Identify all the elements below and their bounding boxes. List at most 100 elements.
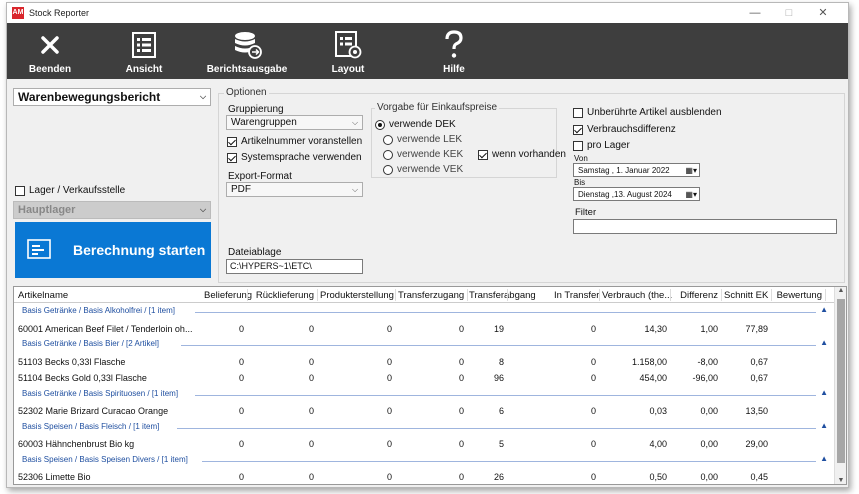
- layout-button[interactable]: Layout: [323, 23, 373, 79]
- unberuehrte-checkbox[interactable]: Unberührte Artikel ausblenden: [573, 107, 722, 118]
- maximize-button[interactable]: □: [772, 5, 806, 21]
- column-header-2[interactable]: Rücklieferung: [254, 290, 314, 301]
- group-divider: [202, 460, 816, 462]
- calendar-dropdown-icon[interactable]: ▦▾: [685, 190, 697, 199]
- column-separator[interactable]: [825, 289, 826, 301]
- table-row[interactable]: 52302 Marie Brizard Curacao Orange 0 0 0 0 6 0…: [14, 403, 834, 419]
- artikelnummer-checkbox-box[interactable]: [227, 136, 237, 147]
- cell-0: 52302 Marie Brizard Curacao Orange: [18, 406, 169, 416]
- radio-vek-dot[interactable]: [383, 164, 393, 175]
- unberuehrte-box[interactable]: [573, 107, 583, 118]
- verbrauchsdifferenz-box[interactable]: [573, 124, 583, 135]
- chevron-down-icon: ⌵: [199, 92, 207, 101]
- bis-date-picker[interactable]: Dienstag ,13. August 2024 ▦▾: [573, 187, 700, 201]
- radio-lek-dot[interactable]: [383, 134, 393, 145]
- column-separator[interactable]: [721, 289, 722, 301]
- ansicht-button[interactable]: Ansicht: [119, 23, 169, 79]
- column-separator[interactable]: [467, 289, 468, 301]
- group-row[interactable]: Basis Getränke / Basis Alkoholfrei / [1 …: [14, 304, 834, 320]
- systemsprache-checkbox[interactable]: Systemsprache verwenden: [227, 152, 362, 163]
- cell-9: 0,45: [750, 472, 768, 482]
- verbrauchsdifferenz-label: Verbrauchsdifferenz: [587, 124, 676, 135]
- cell-1: 0: [238, 373, 244, 383]
- column-header-7[interactable]: Verbrauch (the...: [602, 290, 672, 301]
- lager-checkbox[interactable]: Lager / Verkaufsstelle: [15, 185, 125, 196]
- von-date-picker[interactable]: Samstag , 1. Januar 2022 ▦▾: [573, 163, 700, 177]
- dateiablage-input[interactable]: C:\HYPERS~1\ETC\: [226, 259, 363, 274]
- beenden-button[interactable]: Beenden: [25, 23, 75, 79]
- column-separator[interactable]: [247, 289, 248, 301]
- column-separator[interactable]: [395, 289, 396, 301]
- pro-lager-checkbox[interactable]: pro Lager: [573, 140, 630, 151]
- column-header-9[interactable]: Schnitt EK: [724, 290, 768, 301]
- berichtsausgabe-button[interactable]: Berichtsausgabe: [205, 23, 289, 79]
- cell-4: 0: [458, 472, 464, 482]
- group-row[interactable]: Basis Getränke / Basis Bier / [2 Artikel…: [14, 337, 834, 353]
- group-row[interactable]: Basis Getränke / Basis Spirituosen / [1 …: [14, 387, 834, 403]
- column-header-10[interactable]: Bewertung: [774, 290, 822, 301]
- cell-2: 0: [308, 323, 314, 334]
- column-separator[interactable]: [771, 289, 772, 301]
- column-separator[interactable]: [507, 289, 508, 301]
- column-header-0[interactable]: Artikelname: [18, 290, 68, 301]
- lager-checkbox-box[interactable]: [15, 185, 25, 196]
- layout-icon: [334, 29, 362, 61]
- collapse-group-icon[interactable]: ▲: [820, 454, 828, 463]
- radio-kek-dot[interactable]: [383, 149, 393, 160]
- vertical-scrollbar[interactable]: ▲ ▼: [834, 287, 846, 484]
- collapse-group-icon[interactable]: ▲: [820, 388, 828, 397]
- column-header-5[interactable]: Transferabgang: [469, 290, 536, 301]
- scrollbar-thumb[interactable]: [837, 299, 845, 463]
- calendar-dropdown-icon[interactable]: ▦▾: [685, 166, 697, 175]
- hilfe-button[interactable]: Hilfe: [429, 23, 479, 79]
- minimize-button[interactable]: —: [738, 5, 772, 21]
- column-header-4[interactable]: Transferzugang: [398, 290, 464, 301]
- list-view-icon: [131, 29, 157, 61]
- table-row[interactable]: 51103 Becks 0,33l Flasche 0 0 0 0 8 0 1.158,00 -…: [14, 354, 834, 370]
- cell-6: 0: [590, 472, 596, 482]
- cell-6: 0: [590, 439, 596, 449]
- cell-1: 0: [238, 356, 244, 367]
- berechnung-starten-button[interactable]: Berechnung starten: [15, 222, 211, 278]
- collapse-group-icon[interactable]: ▲: [820, 338, 828, 347]
- results-table[interactable]: Artikelname Belieferung Rücklieferung Produ…: [13, 286, 847, 485]
- scroll-up-icon[interactable]: ▲: [835, 287, 846, 294]
- help-icon: [444, 29, 464, 61]
- radio-vek[interactable]: verwende VEK: [383, 164, 463, 175]
- table-row[interactable]: 52306 Limette Bio 0 0 0 0 26 0 0,50 0,00 0,45: [14, 469, 834, 484]
- column-separator[interactable]: [670, 289, 671, 301]
- radio-kek[interactable]: verwende KEK: [383, 149, 463, 160]
- report-type-select[interactable]: Warenbewegungsbericht ⌵: [13, 88, 211, 106]
- close-window-button[interactable]: ✕: [806, 5, 840, 21]
- column-separator[interactable]: [599, 289, 600, 301]
- column-header-1[interactable]: Belieferung: [204, 290, 252, 301]
- column-separator[interactable]: [317, 289, 318, 301]
- scroll-down-icon[interactable]: ▼: [835, 477, 846, 484]
- collapse-group-icon[interactable]: ▲: [820, 421, 828, 430]
- column-header-3[interactable]: Produkterstellung: [320, 290, 394, 301]
- table-row[interactable]: 60001 American Beef Filet / Tenderloin o…: [14, 321, 834, 337]
- pro-lager-box[interactable]: [573, 140, 583, 151]
- systemsprache-checkbox-box[interactable]: [227, 152, 237, 163]
- table-row[interactable]: 51104 Becks Gold 0,33l Flasche 0 0 0 0 96 0 454…: [14, 370, 834, 386]
- database-export-icon: [232, 29, 262, 61]
- wenn-vorhanden-checkbox[interactable]: wenn vorhanden: [478, 149, 566, 160]
- artikelnummer-checkbox[interactable]: Artikelnummer voranstellen: [227, 136, 362, 147]
- wenn-vorhanden-box[interactable]: [478, 149, 488, 160]
- radio-lek[interactable]: verwende LEK: [383, 134, 462, 145]
- verbrauchsdifferenz-checkbox[interactable]: Verbrauchsdifferenz: [573, 124, 676, 135]
- radio-dek-dot[interactable]: [375, 119, 385, 130]
- cell-9: 13,50: [745, 406, 768, 416]
- collapse-group-icon[interactable]: ▲: [820, 305, 828, 314]
- table-row[interactable]: 60003 Hähnchenbrust Bio kg 0 0 0 0 5 0 4,00 0,00…: [14, 436, 834, 452]
- radio-dek[interactable]: verwende DEK: [375, 119, 456, 130]
- export-format-select[interactable]: PDF ⌵: [226, 182, 363, 197]
- cell-3: 0: [386, 323, 392, 334]
- group-row[interactable]: Basis Speisen / Basis Speisen Divers / […: [14, 453, 834, 469]
- gruppierung-select[interactable]: Warengruppen ⌵: [226, 115, 363, 130]
- von-label: Von: [574, 154, 588, 163]
- filter-input[interactable]: [573, 219, 837, 234]
- column-header-8[interactable]: Differenz: [672, 290, 718, 301]
- column-header-6[interactable]: In Transfer: [554, 290, 599, 301]
- group-row[interactable]: Basis Speisen / Basis Fleisch / [1 item]…: [14, 420, 834, 436]
